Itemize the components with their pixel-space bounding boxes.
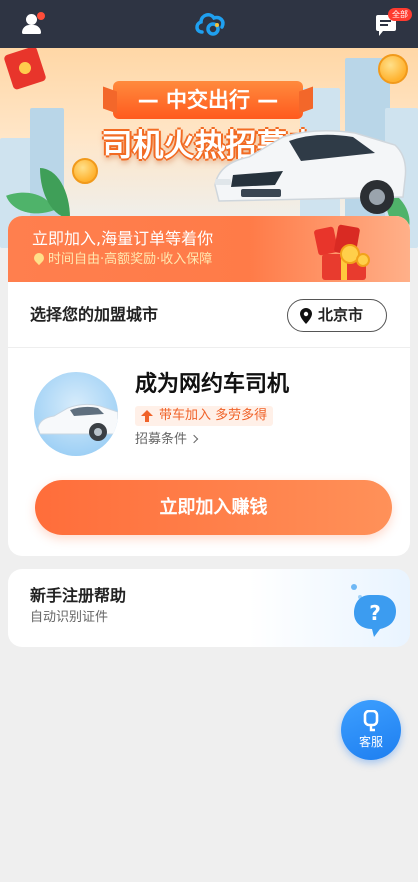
notification-dot xyxy=(37,12,45,20)
driver-car-avatar xyxy=(34,372,118,456)
message-icon[interactable]: 全部 xyxy=(372,8,412,38)
driver-tag: 带车加入 多劳多得 xyxy=(135,406,274,426)
up-arrow-icon xyxy=(141,410,153,422)
city-label: 选择您的加盟城市 xyxy=(30,305,159,324)
help-subtitle: 自动识别证件 xyxy=(30,610,109,625)
coin-icon xyxy=(378,54,408,84)
top-bar: 全部 xyxy=(0,0,418,48)
join-now-button[interactable]: 立即加入赚钱 xyxy=(35,480,392,535)
user-icon[interactable] xyxy=(20,12,45,36)
recruit-conditions-label: 招募条件 xyxy=(135,432,188,447)
all-badge: 全部 xyxy=(388,8,412,21)
recruit-conditions-link[interactable]: 招募条件 xyxy=(135,431,199,449)
promo-header: 立即加入,海量订单等着你 时间自由·高额奖励·收入保障 xyxy=(8,216,410,282)
car-icon xyxy=(37,403,118,441)
driver-recruit-card: 立即加入,海量订单等着你 时间自由·高额奖励·收入保障 选择您的加盟城市 北京市 xyxy=(8,216,410,556)
city-value: 北京市 xyxy=(318,306,364,324)
driver-tag-text: 带车加入 多劳多得 xyxy=(159,408,268,423)
customer-service-button[interactable]: 客服 xyxy=(341,700,401,760)
red-envelope-icon xyxy=(3,48,47,91)
gift-box-icon xyxy=(314,224,370,280)
driver-title: 成为网约车司机 xyxy=(135,372,290,397)
location-pin-icon xyxy=(300,308,312,324)
headset-icon xyxy=(363,710,379,732)
help-title: 新手注册帮助 xyxy=(30,586,127,605)
service-label: 客服 xyxy=(358,735,383,749)
promo-subtitle: 时间自由·高额奖励·收入保障 xyxy=(48,252,213,267)
chevron-right-icon xyxy=(189,434,199,444)
registration-help-card[interactable]: 新手注册帮助 自动识别证件 ? xyxy=(8,569,410,647)
cloud-logo-icon xyxy=(195,13,225,36)
city-row: 选择您的加盟城市 北京市 xyxy=(8,282,410,348)
heart-icon xyxy=(31,250,47,266)
brand-title: — 中交出行 — xyxy=(113,81,303,119)
question-bubble-icon: ? xyxy=(351,584,396,637)
promo-title: 立即加入,海量订单等着你 xyxy=(32,229,214,248)
svg-text:?: ? xyxy=(369,601,381,625)
car-image xyxy=(214,130,407,214)
city-selector[interactable]: 北京市 xyxy=(287,299,387,332)
